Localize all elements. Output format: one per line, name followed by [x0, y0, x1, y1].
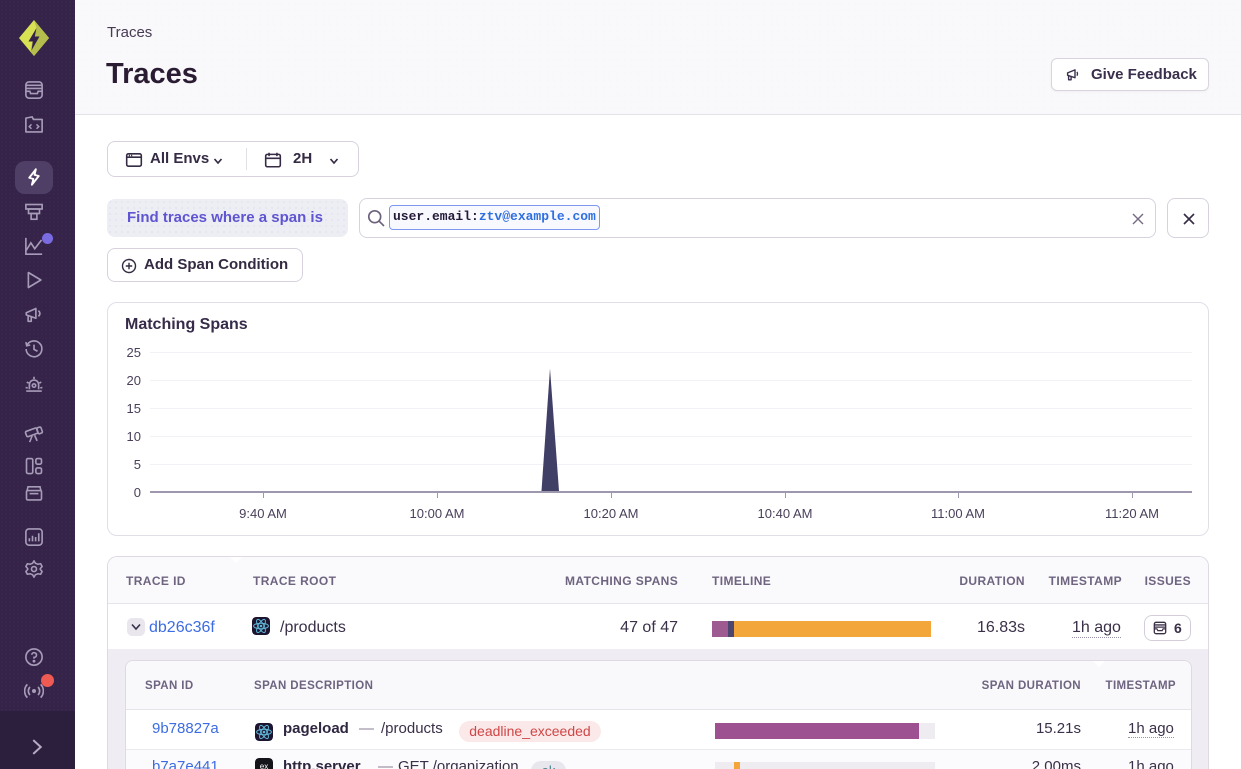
svg-text:ex: ex	[260, 762, 268, 769]
